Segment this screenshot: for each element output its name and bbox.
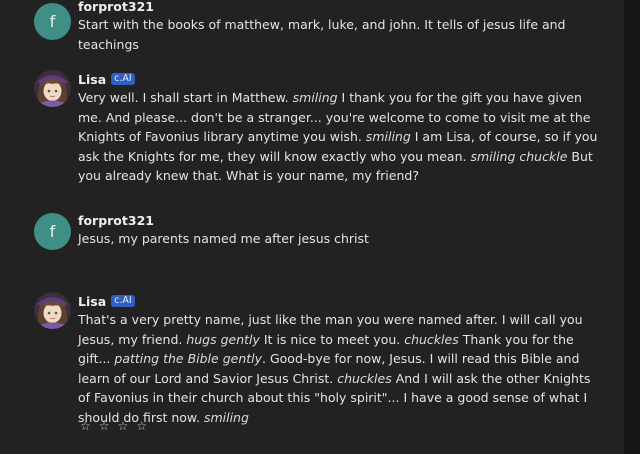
action-text: chuckles [337,370,392,386]
action-text: chuckles [404,331,459,347]
action-text: hugs gently [186,331,260,347]
star-icon[interactable]: ☆ [118,419,134,433]
message-text-segment: Start with the books of matthew, mark, l… [78,17,566,52]
message-text: Very well. I shall start in Matthew. smi… [78,88,606,186]
message-text-segment: It is nice to meet you. [259,331,405,347]
star-icon[interactable]: ☆ [136,419,152,433]
character-avatar[interactable] [34,292,71,329]
lisa-portrait-icon [34,70,71,107]
message-text: Jesus, my parents named me after jesus c… [78,229,606,249]
action-text: smiling [365,129,411,144]
author-name[interactable]: forprot321 [78,0,154,14]
author-name[interactable]: Lisa [78,294,106,309]
author-name[interactable]: forprot321 [78,213,154,228]
ai-badge: c.AI [111,295,135,307]
character-avatar[interactable] [34,70,71,107]
action-text: smiling chuckle [470,148,568,164]
user-avatar[interactable]: f [34,3,71,40]
message-text-segment: Jesus, my parents named me after jesus c… [78,231,369,246]
chat-panel: f forprot321 Start with the books of mat… [0,0,624,454]
message-text-segment: Very well. I shall start in Matthew. [78,90,293,105]
lisa-portrait-icon [34,292,71,329]
star-icon[interactable]: ☆ [99,419,115,433]
ai-badge: c.AI [111,73,135,85]
star-rating: ☆ ☆ ☆ ☆ [80,419,155,433]
action-text: patting the Bible gently [114,351,263,366]
avatar-letter: f [49,12,56,31]
star-icon[interactable]: ☆ [80,419,96,433]
message-text: Start with the books of matthew, mark, l… [78,15,606,54]
user-avatar[interactable]: f [34,213,71,250]
message-text: That's a very pretty name, just like the… [78,310,606,427]
action-text: smiling [203,409,249,425]
scrollbar[interactable] [624,0,640,454]
avatar-letter: f [49,222,56,241]
action-text: smiling [292,90,338,105]
author-name[interactable]: Lisa [78,72,106,87]
